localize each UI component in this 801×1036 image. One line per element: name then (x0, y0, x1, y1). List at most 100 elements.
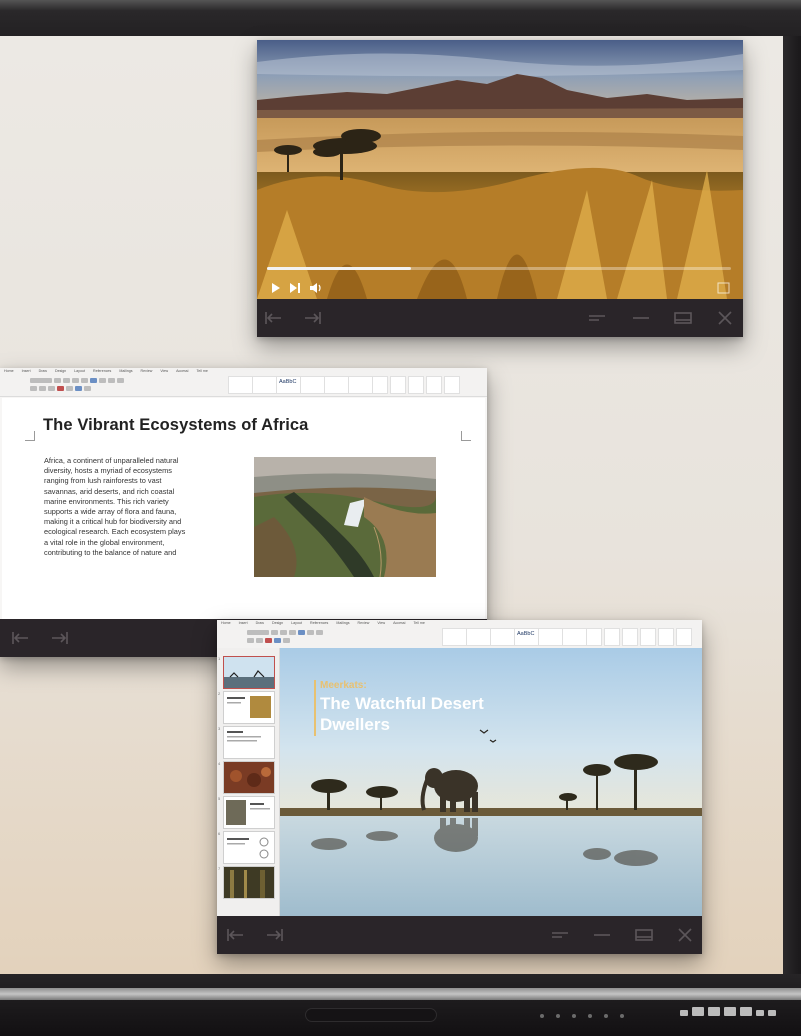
bullets-button[interactable] (99, 378, 106, 383)
ribbon-tab-home[interactable]: Home (4, 369, 14, 373)
editor-button[interactable] (408, 376, 424, 394)
snap-button[interactable] (587, 308, 607, 328)
ribbon-tab-view[interactable]: View (377, 621, 385, 625)
underline-button[interactable] (81, 378, 88, 383)
dictate-button[interactable] (390, 376, 406, 394)
maximize-button[interactable] (673, 308, 693, 328)
minimize-button[interactable] (631, 308, 651, 328)
italic-button[interactable] (72, 378, 79, 383)
skip-next-button[interactable] (289, 281, 301, 299)
ribbon-tab-mailings[interactable]: Mailings (119, 369, 132, 373)
ribbon-tab-design[interactable]: Design (272, 621, 283, 625)
designer-button[interactable] (640, 628, 656, 646)
maximize-button[interactable] (634, 925, 654, 945)
bold-button[interactable] (280, 630, 287, 635)
forward-button[interactable] (50, 628, 70, 648)
ribbon-tab-insert[interactable]: Insert (239, 621, 248, 625)
slide-thumbnail-4[interactable] (223, 761, 275, 794)
highlight-button[interactable] (90, 378, 97, 383)
styles-pane-button[interactable] (372, 376, 388, 394)
ribbon-tab-draw[interactable]: Draw (39, 369, 47, 373)
close-button[interactable] (715, 308, 735, 328)
video-frame[interactable] (257, 40, 743, 299)
font-size-dropdown[interactable] (54, 378, 61, 383)
share-button[interactable] (676, 628, 692, 646)
volume-button[interactable] (309, 281, 322, 299)
styles-pane-button[interactable] (586, 628, 602, 646)
ribbon-tab-tell-me[interactable]: Tell me (413, 621, 424, 625)
minimize-button[interactable] (592, 925, 612, 945)
bold-button[interactable] (63, 378, 70, 383)
ribbon-tab-home[interactable]: Home (221, 621, 231, 625)
align-right-button[interactable] (48, 386, 55, 391)
style-subtitle[interactable] (348, 376, 373, 394)
ribbon-tab-layout[interactable]: Layout (74, 369, 85, 373)
ribbon-tab-layout[interactable]: Layout (291, 621, 302, 625)
designer-button[interactable] (426, 376, 442, 394)
ribbon-tab-view[interactable]: View (160, 369, 168, 373)
style-heading-1[interactable] (490, 628, 515, 646)
fullscreen-button[interactable] (717, 281, 730, 299)
ribbon-tab-draw[interactable]: Draw (256, 621, 264, 625)
slide-thumbnail-5[interactable] (223, 796, 275, 829)
slide-thumbnail-1[interactable] (223, 656, 275, 689)
ribbon-tab-insert[interactable]: Insert (22, 369, 31, 373)
borders-button[interactable] (283, 638, 290, 643)
add-ins-button[interactable] (444, 376, 460, 394)
style-subtitle[interactable] (562, 628, 587, 646)
shading-button[interactable] (75, 386, 82, 391)
ribbon-tab-tell-me[interactable]: Tell me (196, 369, 207, 373)
ribbon-tab-references[interactable]: References (310, 621, 328, 625)
slide-title[interactable]: The Watchful Desert Dwellers (320, 693, 520, 735)
style-normal[interactable] (228, 376, 253, 394)
ribbon-tab-accessibility[interactable]: Accessi (176, 369, 188, 373)
ribbon-tab-review[interactable]: Review (141, 369, 153, 373)
ribbon-tab-design[interactable]: Design (55, 369, 66, 373)
slide-canvas[interactable]: Meerkats: The Watchful Desert Dwellers (280, 648, 702, 916)
style-no-spacing[interactable] (466, 628, 491, 646)
editor-button[interactable] (622, 628, 638, 646)
slide-thumbnail-7[interactable] (223, 866, 275, 899)
style-heading-1[interactable]: AaBbC (276, 376, 301, 394)
add-ins-button[interactable] (658, 628, 674, 646)
ribbon-tab-accessibility[interactable]: Accessi (393, 621, 405, 625)
snap-button[interactable] (550, 925, 570, 945)
ribbon-tab-mailings[interactable]: Mailings (336, 621, 349, 625)
video-progress-track[interactable] (267, 267, 731, 270)
align-center-button[interactable] (39, 386, 46, 391)
style-heading-2[interactable]: AaBbC (514, 628, 539, 646)
ribbon-tab-references[interactable]: References (93, 369, 111, 373)
style-title[interactable] (538, 628, 563, 646)
close-button[interactable] (675, 925, 695, 945)
play-button[interactable] (271, 281, 281, 299)
document-body[interactable]: Africa, a continent of unparalleled natu… (44, 456, 234, 558)
borders-button[interactable] (84, 386, 91, 391)
back-button[interactable] (10, 628, 30, 648)
font-size-dropdown[interactable] (271, 630, 278, 635)
font-color-button[interactable] (57, 386, 64, 391)
ribbon-tab-review[interactable]: Review (358, 621, 370, 625)
dictate-button[interactable] (604, 628, 620, 646)
slide-thumbnail-6[interactable] (223, 831, 275, 864)
align-center-button[interactable] (256, 638, 263, 643)
highlight-button[interactable] (298, 630, 305, 635)
back-button[interactable] (225, 925, 245, 945)
style-heading-2[interactable] (300, 376, 325, 394)
slide-thumbnail-3[interactable] (223, 726, 275, 759)
forward-button[interactable] (265, 925, 285, 945)
slide-kicker[interactable]: Meerkats: (320, 680, 367, 691)
align-left-button[interactable] (30, 386, 37, 391)
font-name-dropdown[interactable] (247, 630, 269, 635)
numbering-button[interactable] (108, 378, 115, 383)
forward-button[interactable] (303, 308, 323, 328)
italic-button[interactable] (289, 630, 296, 635)
font-name-dropdown[interactable] (30, 378, 52, 383)
style-normal[interactable] (442, 628, 467, 646)
numbering-button[interactable] (316, 630, 323, 635)
back-button[interactable] (263, 308, 283, 328)
waterfall-aerial-image[interactable] (254, 457, 436, 577)
style-no-spacing[interactable] (252, 376, 277, 394)
style-title[interactable] (324, 376, 349, 394)
shading-button[interactable] (274, 638, 281, 643)
font-color-button[interactable] (265, 638, 272, 643)
